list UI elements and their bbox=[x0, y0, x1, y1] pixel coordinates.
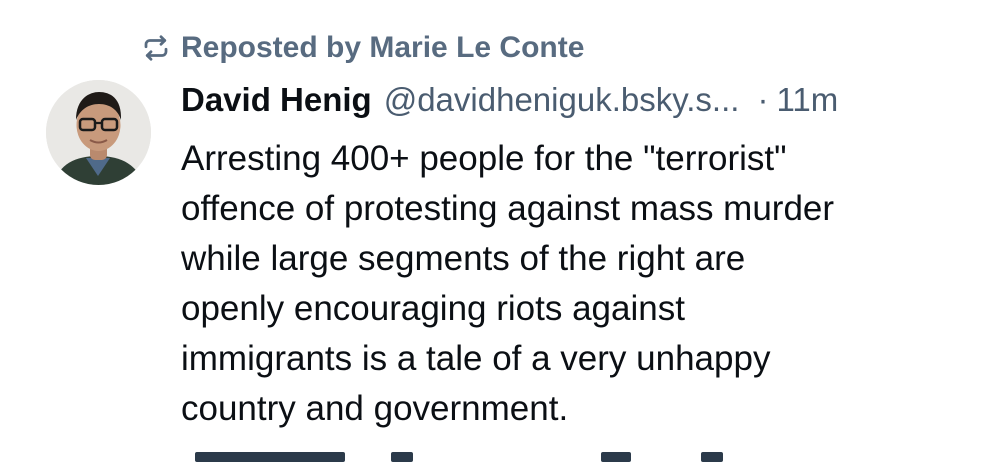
post-body: Arresting 400+ people for the "terrorist… bbox=[181, 134, 981, 434]
post-text-line: country and government. bbox=[181, 389, 569, 428]
separator-dot: · bbox=[757, 81, 769, 118]
repost-label[interactable]: Reposted by Marie Le Conte bbox=[181, 31, 584, 65]
cropped-next-row bbox=[181, 452, 961, 462]
post-text-line: immigrants is a tale of a very unhappy bbox=[181, 339, 771, 378]
cropped-glyph bbox=[195, 452, 345, 462]
cropped-glyph bbox=[701, 452, 723, 462]
cropped-glyph bbox=[391, 452, 413, 462]
repost-icon bbox=[141, 33, 181, 63]
repost-indicator[interactable]: Reposted by Marie Le Conte bbox=[141, 28, 584, 68]
author-handle[interactable]: @davidheniguk.bsky.s... bbox=[384, 81, 740, 119]
post-text-line: openly encouraging riots against bbox=[181, 289, 685, 328]
post-text-line: offence of protesting against mass murde… bbox=[181, 189, 835, 228]
post-text-line: Arresting 400+ people for the "terrorist… bbox=[181, 139, 787, 178]
post-timestamp[interactable]: 11m bbox=[776, 81, 838, 119]
cropped-glyph bbox=[601, 452, 631, 462]
post-header: David Henig @davidheniguk.bsky.s... · 11… bbox=[181, 78, 838, 122]
post-text-line: while large segments of the right are bbox=[181, 239, 746, 278]
author-name[interactable]: David Henig bbox=[181, 81, 372, 119]
avatar[interactable] bbox=[46, 80, 151, 185]
